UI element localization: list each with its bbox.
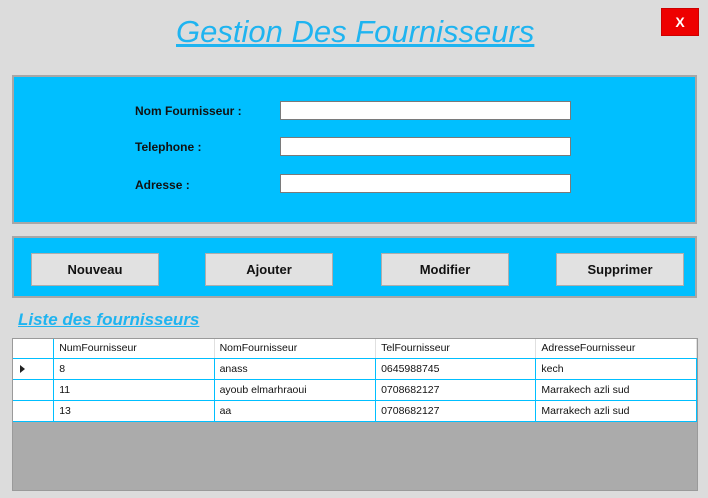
table-row[interactable]: 11 ayoub elmarhraoui 0708682127 Marrakec… (13, 379, 697, 401)
table-cell[interactable]: 0645988745 (375, 358, 537, 380)
close-icon: X (675, 14, 685, 30)
table-cell[interactable]: 0708682127 (375, 379, 537, 401)
row-header[interactable] (13, 358, 55, 380)
table-header-row: NumFournisseur NomFournisseur TelFournis… (13, 339, 697, 359)
table-cell[interactable]: 8 (53, 358, 215, 380)
nom-fournisseur-input[interactable] (280, 101, 571, 120)
table-cell[interactable]: anass (214, 358, 377, 380)
table-cell[interactable]: aa (214, 400, 377, 422)
row-header[interactable] (13, 400, 55, 422)
supplier-form-panel: Nom Fournisseur : Telephone : Adresse : (12, 75, 697, 224)
column-header[interactable]: TelFournisseur (375, 339, 537, 359)
close-button[interactable]: X (661, 8, 699, 36)
suppliers-table: NumFournisseur NomFournisseur TelFournis… (13, 339, 697, 422)
modifier-button[interactable]: Modifier (381, 253, 509, 286)
list-title: Liste des fournisseurs (18, 310, 200, 329)
telephone-input[interactable] (280, 137, 571, 156)
column-header[interactable]: NumFournisseur (53, 339, 215, 359)
supprimer-button[interactable]: Supprimer (556, 253, 684, 286)
table-cell[interactable]: 0708682127 (375, 400, 537, 422)
table-cell[interactable]: ayoub elmarhraoui (214, 379, 377, 401)
row-header[interactable] (13, 379, 55, 401)
telephone-label: Telephone : (135, 140, 202, 154)
table-cell[interactable]: kech (535, 358, 697, 380)
adresse-input[interactable] (280, 174, 571, 193)
nouveau-button[interactable]: Nouveau (31, 253, 159, 286)
suppliers-grid[interactable]: NumFournisseur NomFournisseur TelFournis… (12, 338, 698, 491)
table-row[interactable]: 8 anass 0645988745 kech (13, 358, 697, 380)
ajouter-button[interactable]: Ajouter (205, 253, 333, 286)
current-row-arrow-icon (20, 364, 25, 373)
table-cell[interactable]: Marrakech azli sud (535, 379, 697, 401)
actions-panel: Nouveau Ajouter Modifier Supprimer (12, 236, 697, 298)
nom-fournisseur-label: Nom Fournisseur : (135, 104, 242, 118)
table-cell[interactable]: 13 (53, 400, 215, 422)
column-header[interactable]: NomFournisseur (214, 339, 377, 359)
window-title: Gestion Des Fournisseurs (176, 14, 535, 49)
table-cell[interactable]: Marrakech azli sud (535, 400, 697, 422)
table-row[interactable]: 13 aa 0708682127 Marrakech azli sud (13, 400, 697, 422)
adresse-label: Adresse : (135, 178, 190, 192)
table-cell[interactable]: 11 (53, 379, 215, 401)
column-header[interactable]: AdresseFournisseur (535, 339, 697, 359)
row-header-corner (13, 339, 55, 359)
